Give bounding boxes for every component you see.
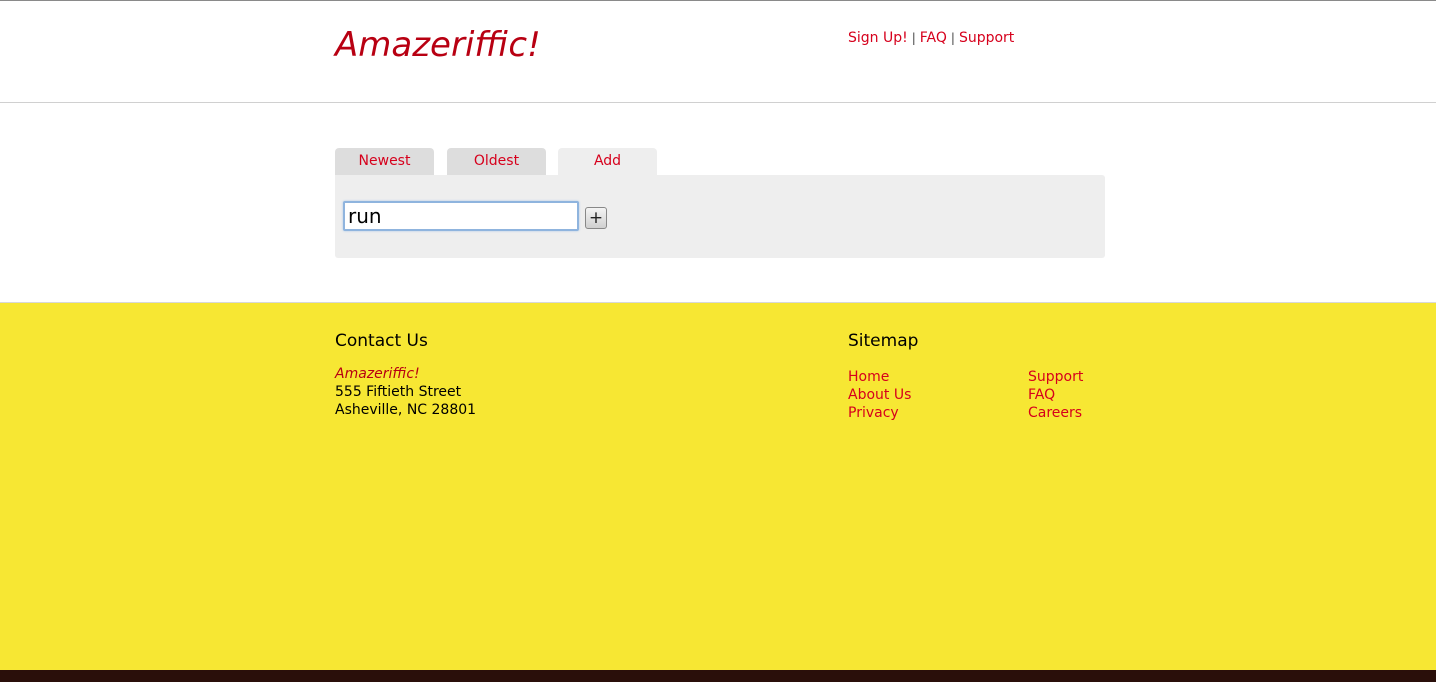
- nav-link-faq[interactable]: FAQ: [920, 30, 947, 46]
- nav-separator: |: [950, 31, 955, 45]
- tab-oldest[interactable]: Oldest: [447, 148, 546, 175]
- nav-link-sign-up[interactable]: Sign Up!: [848, 30, 908, 46]
- sitemap-link-support[interactable]: Support: [1028, 368, 1083, 386]
- sitemap-link-home[interactable]: Home: [848, 368, 911, 386]
- contact-street: 555 Fiftieth Street: [335, 384, 462, 400]
- page-footer: Contact Us Amazeriffic! 555 Fiftieth Str…: [0, 302, 1436, 670]
- contact-company: Amazeriffic!: [335, 366, 420, 382]
- add-todo-button[interactable]: +: [585, 207, 607, 229]
- sitemap-column: Home About Us Privacy: [848, 368, 911, 422]
- sitemap-section: Sitemap Home About Us Privacy Support FA…: [848, 331, 1083, 421]
- nav-separator: |: [911, 31, 916, 45]
- nav-link-support[interactable]: Support: [959, 30, 1014, 46]
- tab-content-panel: +: [335, 175, 1105, 258]
- contact-city: Asheville, NC 28801: [335, 402, 477, 418]
- main-content: Newest Oldest Add +: [0, 103, 1436, 302]
- top-nav: Sign Up! | FAQ | Support: [848, 30, 1014, 46]
- sitemap-link-faq[interactable]: FAQ: [1028, 386, 1083, 404]
- sitemap-column: Support FAQ Careers: [1028, 368, 1083, 422]
- site-logo[interactable]: Amazeriffic!: [335, 25, 541, 65]
- tab-add[interactable]: Add: [558, 148, 657, 175]
- sitemap-link-about-us[interactable]: About Us: [848, 386, 911, 404]
- sitemap-link-privacy[interactable]: Privacy: [848, 404, 911, 422]
- contact-heading: Contact Us: [335, 331, 428, 351]
- browser-page: Amazeriffic! Sign Up! | FAQ | Support Newest…: [0, 0, 1436, 670]
- page-header: Amazeriffic! Sign Up! | FAQ | Support: [0, 1, 1436, 103]
- sitemap-link-careers[interactable]: Careers: [1028, 404, 1083, 422]
- tab-newest[interactable]: Newest: [335, 148, 434, 175]
- contact-section: Contact Us Amazeriffic! 555 Fiftieth Str…: [335, 331, 476, 419]
- todo-input[interactable]: [343, 201, 579, 231]
- sitemap-heading: Sitemap: [848, 331, 919, 351]
